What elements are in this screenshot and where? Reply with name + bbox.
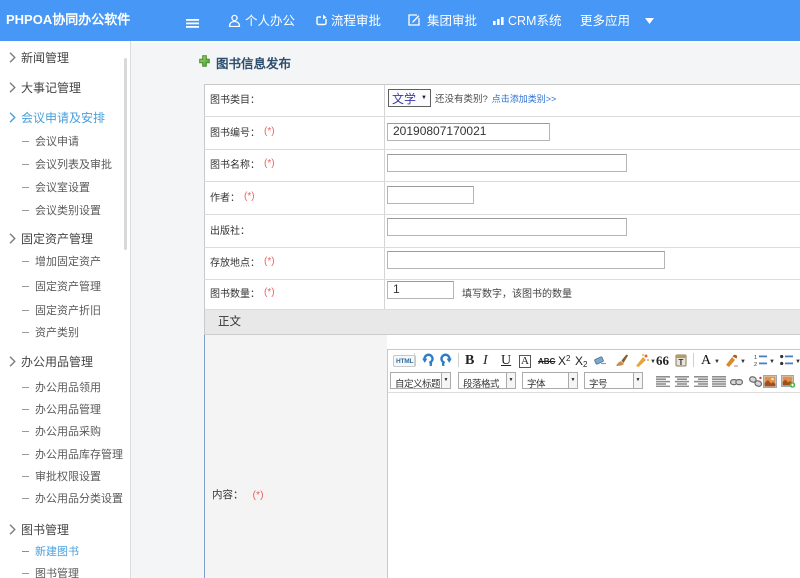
svg-text:1: 1 (754, 355, 757, 361)
svg-text:T: T (679, 358, 684, 367)
svg-text:2: 2 (754, 362, 757, 367)
